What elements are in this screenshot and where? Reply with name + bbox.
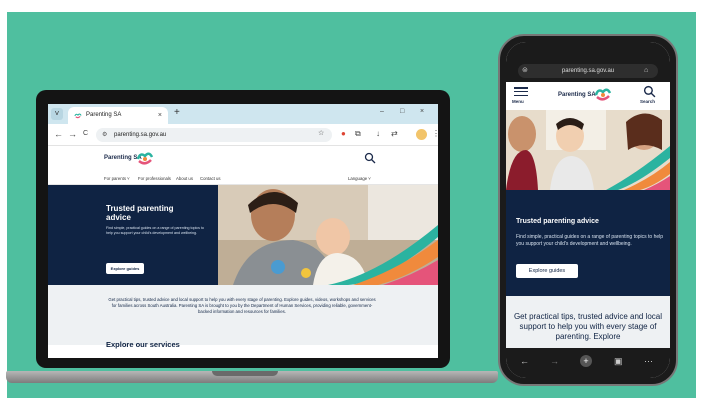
tab-search-icon[interactable]: ˅ — [51, 108, 63, 120]
phone-logo-icon — [594, 88, 612, 101]
hero-title: Trusted parenting advice — [106, 204, 174, 222]
bookmark-star-icon[interactable]: ☆ — [318, 129, 324, 137]
services-heading: Explore our services — [106, 340, 180, 349]
phone-forward-icon[interactable]: → — [550, 356, 559, 366]
phone-hero-photo — [506, 110, 670, 190]
phone-address-url: parenting.sa.gov.au — [561, 68, 615, 74]
lock-icon[interactable]: ⌂ — [644, 64, 648, 78]
phone-intro-section: Get practical tips, trusted advice and l… — [506, 296, 670, 352]
new-tab-button[interactable]: + — [174, 107, 180, 118]
site-settings-icon[interactable]: ⊜ — [522, 64, 528, 78]
reload-icon[interactable]: C — [83, 130, 88, 137]
hero-section: Trusted parenting advice Find simple, pr… — [48, 185, 438, 285]
maximize-icon[interactable]: □ — [400, 108, 404, 115]
phone-more-icon[interactable]: ⋯ — [644, 356, 653, 367]
phone-hero-title: Trusted parenting advice — [516, 218, 599, 225]
more-menu-icon[interactable]: ⋮ — [432, 129, 438, 138]
nav-item-contact-us[interactable]: Contact us — [200, 176, 221, 181]
close-tab-icon[interactable]: × — [158, 107, 162, 124]
search-label[interactable]: Search — [640, 99, 655, 104]
parenting-sa-logo-icon — [136, 152, 154, 165]
phone-hero-section: Trusted parenting advice Find simple, pr… — [506, 190, 670, 296]
laptop-screen: ˅ Parenting SA × + – □ × ← → C ⚙ parenti… — [48, 104, 438, 358]
nav-item-for-parents[interactable]: For parents ˅ — [104, 176, 130, 181]
phone-tabs-icon[interactable]: ▣ — [614, 356, 623, 367]
laptop-notch — [212, 371, 278, 376]
close-window-icon[interactable]: × — [420, 108, 424, 115]
phone-intro-text: Get practical tips, trusted advice and l… — [513, 312, 663, 341]
phone-site-logo[interactable]: Parenting SA — [558, 92, 596, 98]
phone-screen: parenting.sa.gov.au ⊜ ⌂ Menu Parenting S… — [506, 42, 670, 378]
search-icon[interactable] — [364, 152, 376, 164]
phone-hero-description: Find simple, practical guides on a range… — [516, 234, 664, 247]
browser-tabstrip: ˅ Parenting SA × + – □ × — [48, 104, 438, 124]
menu-icon[interactable] — [514, 87, 528, 98]
phone-browser-bar: parenting.sa.gov.au ⊜ ⌂ — [506, 42, 670, 82]
hero-description: Find simple, practical guides on a range… — [106, 226, 204, 235]
nav-item-for-professionals[interactable]: For professionals — [138, 176, 171, 181]
download-icon[interactable]: ↓ — [376, 129, 380, 138]
hero-photo — [218, 185, 438, 285]
phone-back-icon[interactable]: ← — [520, 356, 529, 366]
language-selector[interactable]: Language ˅ — [348, 176, 371, 181]
phone-address-bar[interactable]: parenting.sa.gov.au — [518, 64, 658, 78]
browser-tab[interactable]: Parenting SA × — [68, 107, 168, 124]
minimize-icon[interactable]: – — [380, 108, 384, 115]
phone-site-header: Menu Parenting SA Search — [506, 82, 670, 110]
explore-guides-button[interactable]: Explore guides — [106, 263, 144, 274]
intro-section: Get practical tips, trusted advice and l… — [48, 285, 438, 345]
intro-text: Get practical tips, trusted advice and l… — [108, 297, 376, 315]
extension-icon[interactable]: ● — [341, 129, 346, 138]
menu-label[interactable]: Menu — [512, 99, 524, 104]
phone-new-tab-icon[interactable]: + — [580, 355, 592, 367]
phone-bottom-bar: ← → + ▣ ⋯ — [506, 348, 670, 378]
address-bar[interactable]: ⚙ parenting.sa.gov.au — [96, 128, 332, 142]
tab-title: Parenting SA — [86, 112, 122, 118]
profile-avatar[interactable] — [416, 129, 427, 140]
phone-search-icon[interactable] — [643, 85, 656, 98]
translate-icon[interactable]: ⇄ — [391, 129, 398, 138]
browser-toolbar: ← → C ⚙ parenting.sa.gov.au ☆ ● ⧉ ↓ ⇄ ⋮ — [48, 124, 438, 146]
extensions-puzzle-icon[interactable]: ⧉ — [355, 129, 361, 139]
site-header: Parenting SA — [48, 146, 438, 173]
back-icon[interactable]: ← — [54, 129, 63, 139]
forward-icon[interactable]: → — [68, 129, 77, 139]
favicon-icon — [74, 113, 82, 119]
phone-explore-guides-button[interactable]: Explore guides — [516, 264, 578, 278]
site-info-icon[interactable]: ⚙ — [102, 128, 107, 142]
nav-item-about-us[interactable]: About us — [176, 176, 193, 181]
site-nav: For parents ˅ For professionals About us… — [48, 173, 438, 185]
address-bar-url: parenting.sa.gov.au — [114, 132, 167, 138]
